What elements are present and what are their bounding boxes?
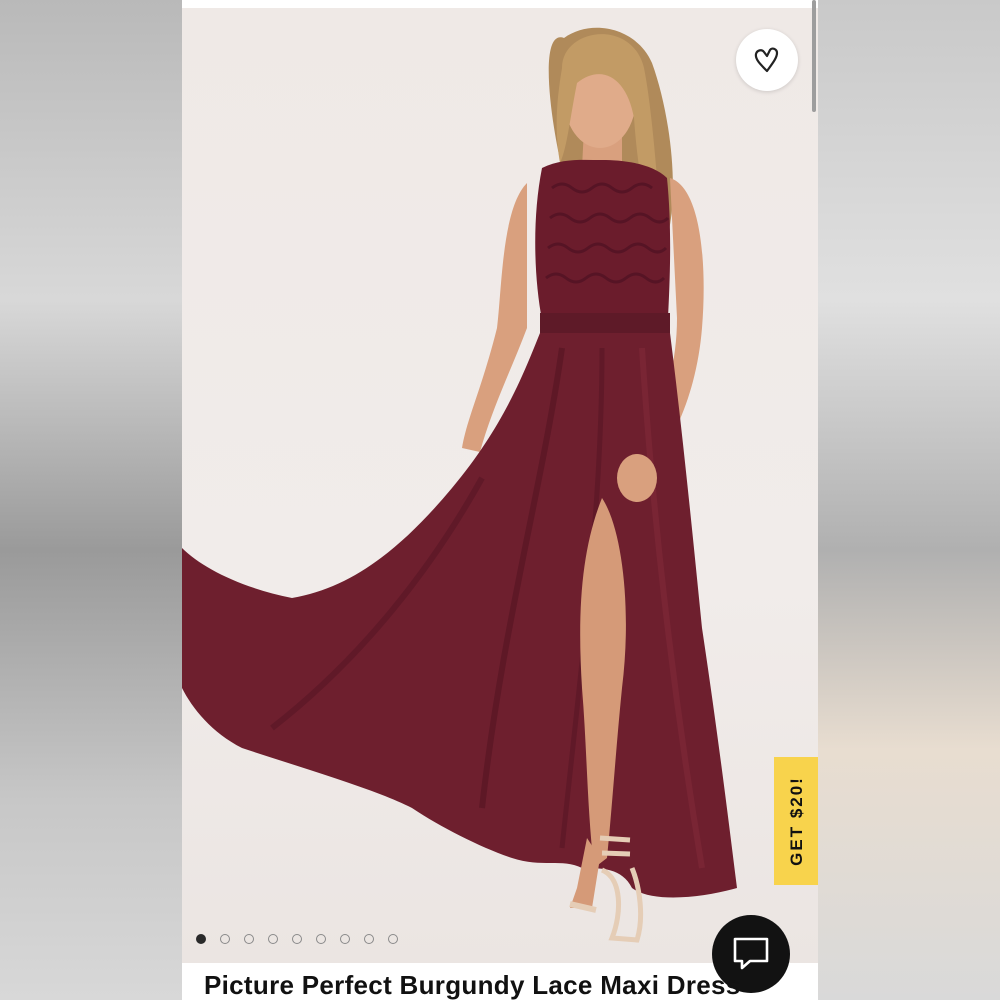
- pagination-dot-2[interactable]: [220, 934, 230, 944]
- pagination-dot-6[interactable]: [316, 934, 326, 944]
- product-image[interactable]: [182, 8, 818, 963]
- pagination-dot-3[interactable]: [244, 934, 254, 944]
- product-screen: GET $20! Picture Perfect Burgundy Lace M…: [182, 0, 818, 1000]
- pagination-dot-5[interactable]: [292, 934, 302, 944]
- backdrop-right: [818, 0, 1000, 1000]
- image-pagination: [196, 934, 398, 944]
- pagination-dot-7[interactable]: [340, 934, 350, 944]
- favorite-button[interactable]: [736, 29, 798, 91]
- pagination-dot-4[interactable]: [268, 934, 278, 944]
- pagination-dot-8[interactable]: [364, 934, 374, 944]
- product-photo-illustration: [182, 27, 737, 943]
- pagination-dot-9[interactable]: [388, 934, 398, 944]
- backdrop-left: [0, 0, 182, 1000]
- pagination-dot-1[interactable]: [196, 934, 206, 944]
- chat-bubble-icon: [733, 937, 769, 970]
- promo-tab[interactable]: GET $20!: [774, 757, 818, 885]
- promo-label: GET $20!: [787, 776, 807, 866]
- heart-outline-icon: [754, 47, 779, 73]
- product-title: Picture Perfect Burgundy Lace Maxi Dress: [204, 970, 741, 1000]
- scrollbar[interactable]: [812, 0, 816, 112]
